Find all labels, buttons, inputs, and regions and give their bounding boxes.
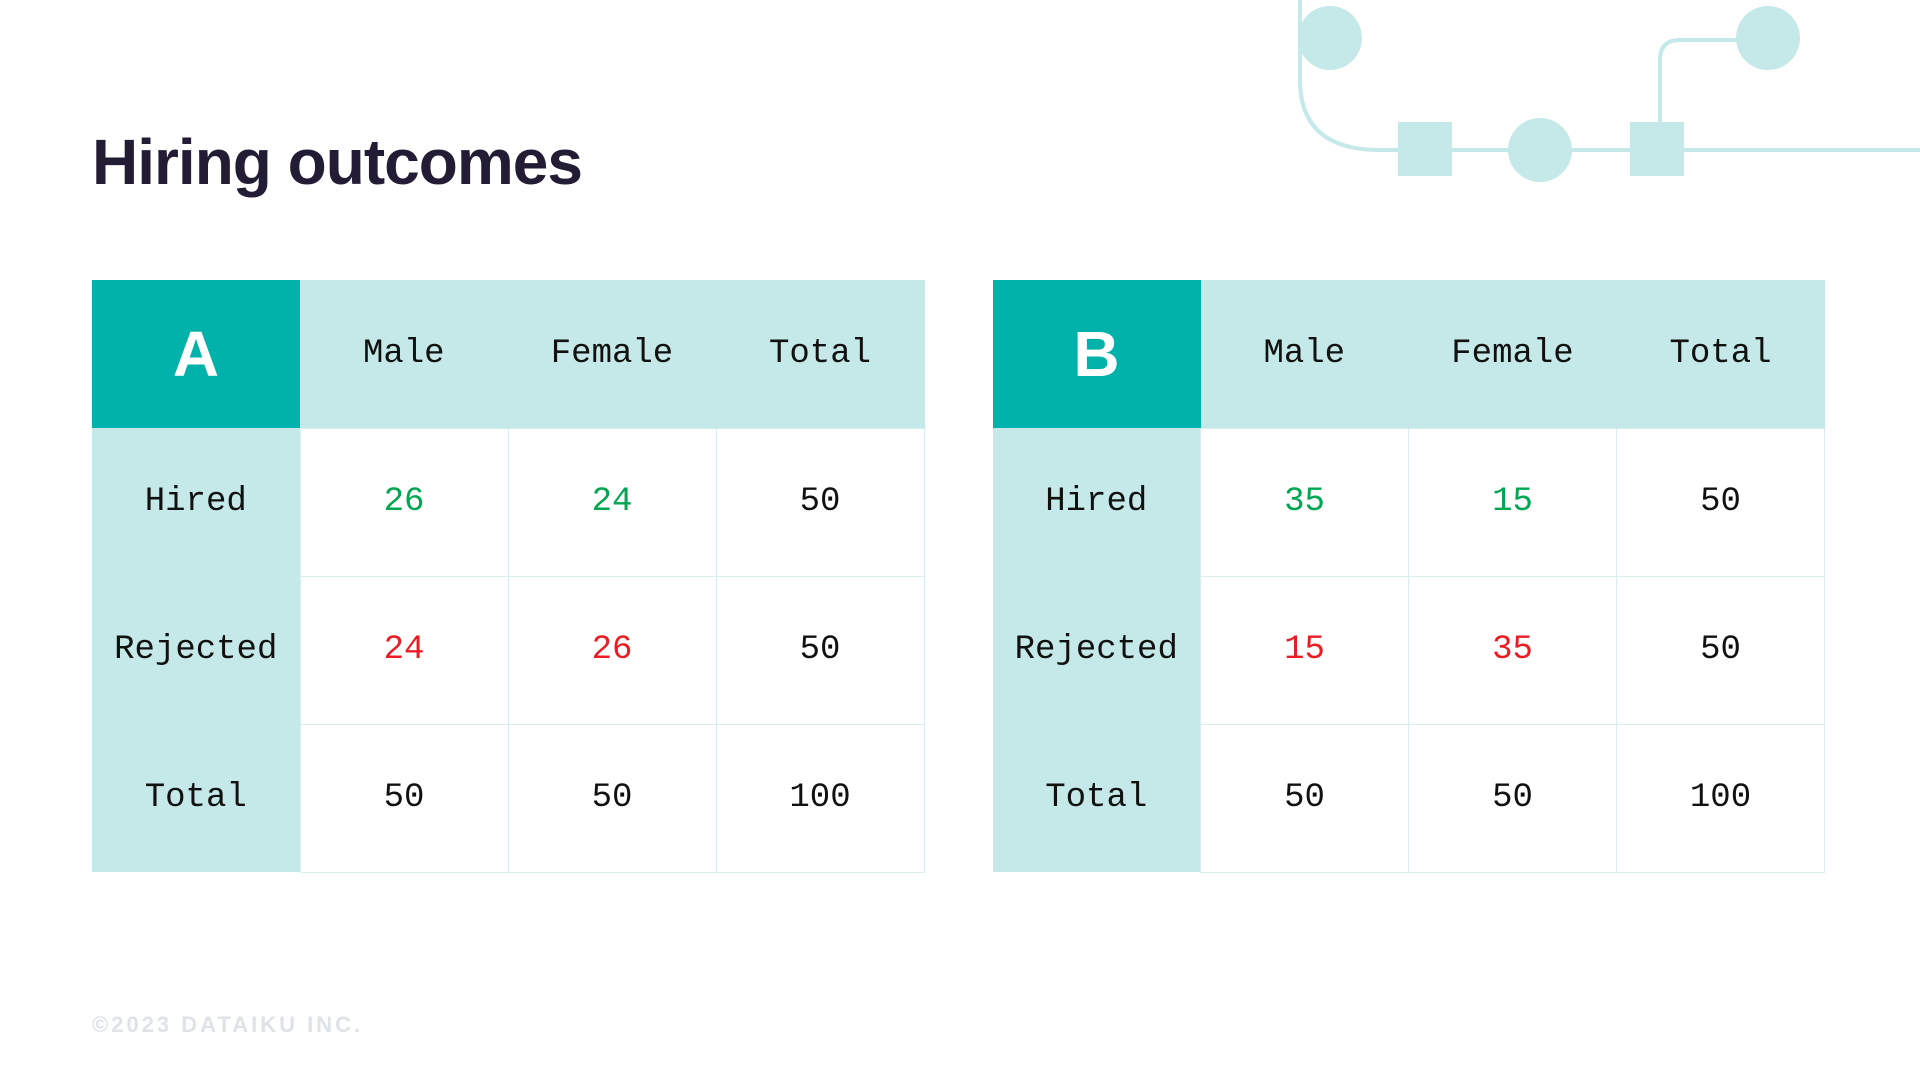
cell-value: 15	[1201, 576, 1409, 724]
row-hired: Hired	[993, 428, 1201, 576]
cell-value: 50	[1201, 724, 1409, 872]
cell-value: 100	[1617, 724, 1825, 872]
table-a-label: A	[92, 280, 300, 428]
page-title: Hiring outcomes	[92, 125, 582, 199]
col-total: Total	[716, 280, 924, 428]
cell-value: 50	[1617, 428, 1825, 576]
cell-value: 50	[300, 724, 508, 872]
tables-container: A Male Female Total Hired 26 24 50 Rejec…	[92, 280, 1825, 873]
cell-value: 15	[1409, 428, 1617, 576]
cell-value: 50	[716, 428, 924, 576]
cell-value: 50	[716, 576, 924, 724]
row-total: Total	[92, 724, 300, 872]
col-male: Male	[1201, 280, 1409, 428]
cell-value: 50	[508, 724, 716, 872]
row-rejected: Rejected	[92, 576, 300, 724]
col-female: Female	[1409, 280, 1617, 428]
row-hired: Hired	[92, 428, 300, 576]
table-b: B Male Female Total Hired 35 15 50 Rejec…	[993, 280, 1826, 873]
table-a: A Male Female Total Hired 26 24 50 Rejec…	[92, 280, 925, 873]
cell-value: 35	[1201, 428, 1409, 576]
cell-value: 50	[1409, 724, 1617, 872]
cell-value: 24	[508, 428, 716, 576]
cell-value: 50	[1617, 576, 1825, 724]
decorative-graphic	[1220, 0, 1920, 220]
footer-copyright: ©2023 DATAIKU INC.	[92, 1012, 363, 1038]
col-male: Male	[300, 280, 508, 428]
cell-value: 26	[300, 428, 508, 576]
cell-value: 35	[1409, 576, 1617, 724]
row-rejected: Rejected	[993, 576, 1201, 724]
col-total: Total	[1617, 280, 1825, 428]
table-b-label: B	[993, 280, 1201, 428]
cell-value: 24	[300, 576, 508, 724]
cell-value: 26	[508, 576, 716, 724]
row-total: Total	[993, 724, 1201, 872]
col-female: Female	[508, 280, 716, 428]
cell-value: 100	[716, 724, 924, 872]
